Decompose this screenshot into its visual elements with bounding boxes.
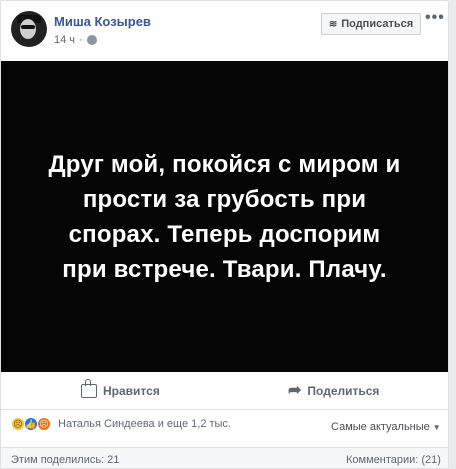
post-footer: Этим поделились: 21 Комментарии: (21): [1, 447, 448, 468]
like-label: Нравится: [103, 384, 160, 398]
angry-reaction-icon: ☹: [37, 417, 51, 431]
post-image[interactable]: Друг мой, покойся с миром и прости за гр…: [1, 61, 448, 372]
reaction-summary[interactable]: ☹ 👍 ☹ Наталья Синдеева и еще 1,2 тыс.: [11, 417, 231, 431]
post-header: Миша Козырев 14 ч · ≋ Подписаться •••: [1, 1, 448, 61]
post-meta: 14 ч ·: [54, 34, 97, 46]
sad-reaction-icon: ☹: [11, 417, 25, 431]
action-bar: Нравится ➦ Поделиться: [1, 372, 448, 410]
thumbs-up-icon: [81, 379, 97, 398]
reaction-names[interactable]: Наталья Синдеева и еще 1,2 тыс.: [58, 418, 231, 430]
more-options-icon[interactable]: •••: [425, 9, 445, 27]
avatar-glasses-shape: [21, 25, 35, 29]
like-reaction-icon: 👍: [24, 417, 38, 431]
comment-sort-dropdown[interactable]: Самые актуальные ▼: [331, 421, 441, 433]
sort-label: Самые актуальные: [331, 421, 430, 433]
chevron-down-icon: ▼: [432, 422, 441, 432]
author-avatar[interactable]: [11, 11, 47, 47]
rss-icon: ≋: [328, 18, 338, 30]
like-button[interactable]: Нравится: [81, 379, 160, 402]
image-text: Друг мой, покойся с миром и прости за гр…: [48, 150, 401, 283]
subscribe-label: Подписаться: [341, 18, 414, 30]
share-button[interactable]: ➦ Поделиться: [288, 380, 379, 402]
post-card: Миша Козырев 14 ч · ≋ Подписаться ••• Др…: [0, 0, 449, 469]
share-label: Поделиться: [307, 384, 380, 398]
dot-separator: ·: [79, 34, 83, 46]
globe-icon[interactable]: [86, 35, 97, 45]
comments-count[interactable]: Комментарии: (21): [346, 454, 441, 466]
subscribe-button[interactable]: ≋ Подписаться: [321, 13, 421, 35]
shares-count[interactable]: Этим поделились: 21: [11, 454, 119, 466]
post-time[interactable]: 14 ч: [54, 34, 75, 46]
avatar-face-shape: [20, 19, 36, 39]
share-arrow-icon: ➦: [288, 382, 302, 399]
author-name[interactable]: Миша Козырев: [54, 14, 151, 29]
